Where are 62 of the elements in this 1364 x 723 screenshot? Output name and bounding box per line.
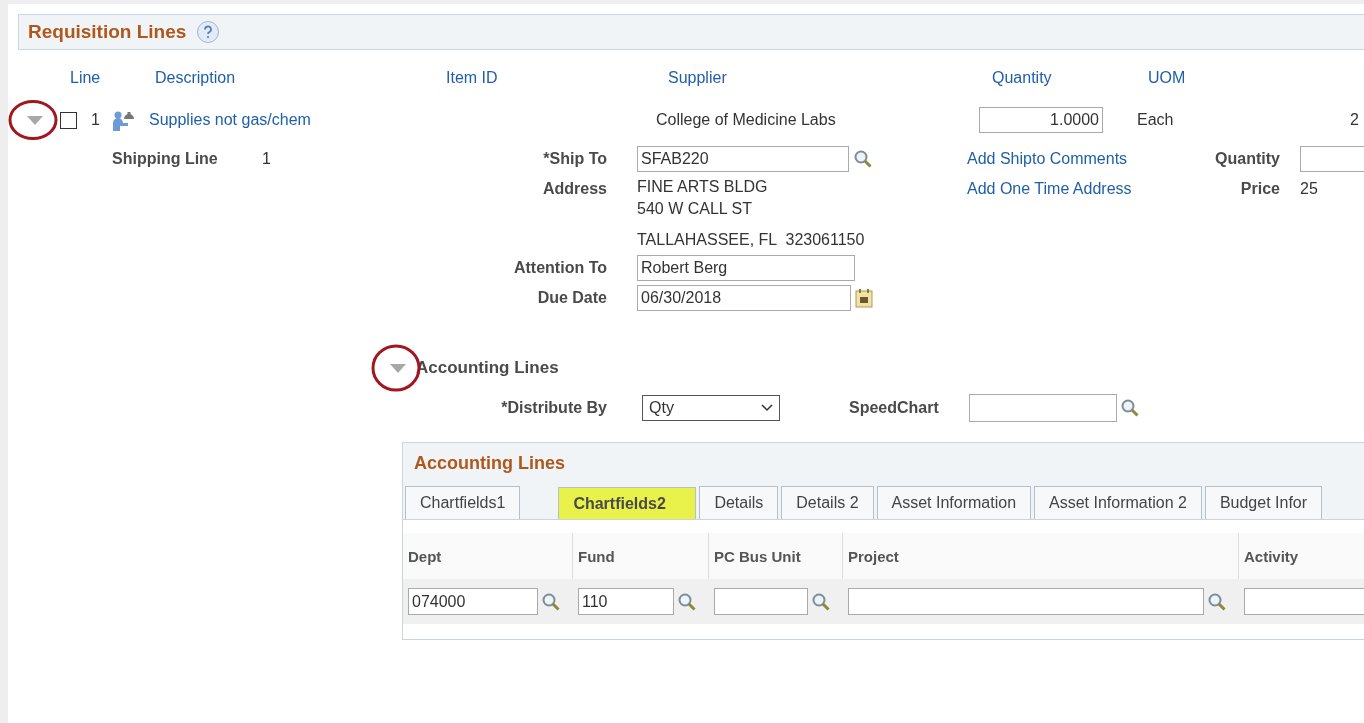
- collapse-arrow-icon[interactable]: [388, 362, 408, 374]
- line-amount: 2: [1350, 111, 1360, 129]
- address-line: 540 W CALL ST: [637, 199, 752, 219]
- distribute-by-label: *Distribute By: [500, 399, 607, 417]
- shipping-line-label: Shipping Line: [112, 149, 219, 169]
- person-icon[interactable]: [112, 109, 136, 131]
- table-input-field[interactable]: 074000: [408, 588, 538, 615]
- tab[interactable]: Asset Information 2: [1034, 486, 1202, 519]
- shipping-quantity-field[interactable]: [1300, 146, 1364, 172]
- calendar-icon[interactable]: [855, 288, 873, 308]
- search-icon[interactable]: [1207, 591, 1227, 612]
- supplier-name: College of Medicine Labs: [656, 111, 837, 129]
- tab[interactable]: Chartfields2: [558, 487, 697, 519]
- column-header[interactable]: UOM: [1148, 69, 1364, 87]
- due-date-field[interactable]: 06/30/2018: [637, 285, 851, 311]
- search-icon[interactable]: [853, 149, 873, 169]
- attention-to-field[interactable]: Robert Berg: [637, 255, 855, 281]
- panel-title: Accounting Lines: [414, 452, 565, 474]
- table-input-field[interactable]: 110: [578, 588, 674, 615]
- item-description-link[interactable]: Supplies not gas/chem: [149, 111, 656, 129]
- tab[interactable]: Budget Infor: [1204, 486, 1323, 519]
- column-header[interactable]: Supplier: [668, 69, 992, 87]
- search-icon[interactable]: [541, 591, 561, 612]
- column-header[interactable]: Description: [155, 69, 446, 87]
- tab[interactable]: Chartfields1: [405, 486, 521, 519]
- add-shipto-comments-link[interactable]: Add Shipto Comments: [957, 146, 1200, 172]
- add-one-time-address-link[interactable]: Add One Time Address: [957, 176, 1200, 202]
- line-number: 1: [91, 111, 101, 129]
- tab[interactable]: Details 2: [781, 486, 874, 519]
- speedchart-label: SpeedChart: [849, 399, 940, 417]
- column-header[interactable]: Item ID: [446, 69, 668, 87]
- search-icon[interactable]: [811, 591, 831, 612]
- price-value: 25: [1300, 179, 1319, 199]
- attention-to-label: Attention To: [513, 258, 608, 278]
- chevron-icon: [761, 404, 773, 412]
- tab[interactable]: Asset Information: [876, 486, 1032, 519]
- address-line: FINE ARTS BLDG: [637, 177, 768, 197]
- ship-to-label: *Ship To: [542, 149, 608, 169]
- table-input-field[interactable]: [848, 588, 1204, 615]
- collapse-arrow-icon[interactable]: [25, 114, 45, 126]
- quantity-field[interactable]: 1.0000: [979, 107, 1103, 133]
- quantity-label: Quantity: [1214, 149, 1281, 169]
- distribute-by-dropdown[interactable]: Qty: [642, 395, 780, 421]
- table-input-field[interactable]: [714, 588, 808, 615]
- column-header[interactable]: Quantity: [992, 69, 1148, 87]
- shipping-line-number: 1: [262, 149, 272, 169]
- help-icon[interactable]: [196, 20, 221, 44]
- uom-value: Each: [1137, 111, 1175, 129]
- ship-to-field[interactable]: SFAB220: [637, 146, 849, 172]
- annotation-circle: [8, 98, 59, 142]
- tab[interactable]: Details: [699, 486, 779, 519]
- address-line: TALLAHASSEE, FL 323061150: [637, 230, 865, 250]
- section-title: Requisition Lines: [28, 21, 187, 43]
- search-icon[interactable]: [677, 591, 697, 612]
- search-icon[interactable]: [1120, 398, 1140, 418]
- column-header[interactable]: Line: [70, 69, 155, 87]
- speedchart-field[interactable]: [969, 394, 1117, 422]
- line-checkbox[interactable]: [60, 111, 77, 129]
- due-date-label: Due Date: [536, 288, 608, 308]
- table-input-field[interactable]: [1244, 588, 1364, 615]
- address-label: Address: [541, 179, 608, 199]
- price-label: Price: [1239, 179, 1281, 199]
